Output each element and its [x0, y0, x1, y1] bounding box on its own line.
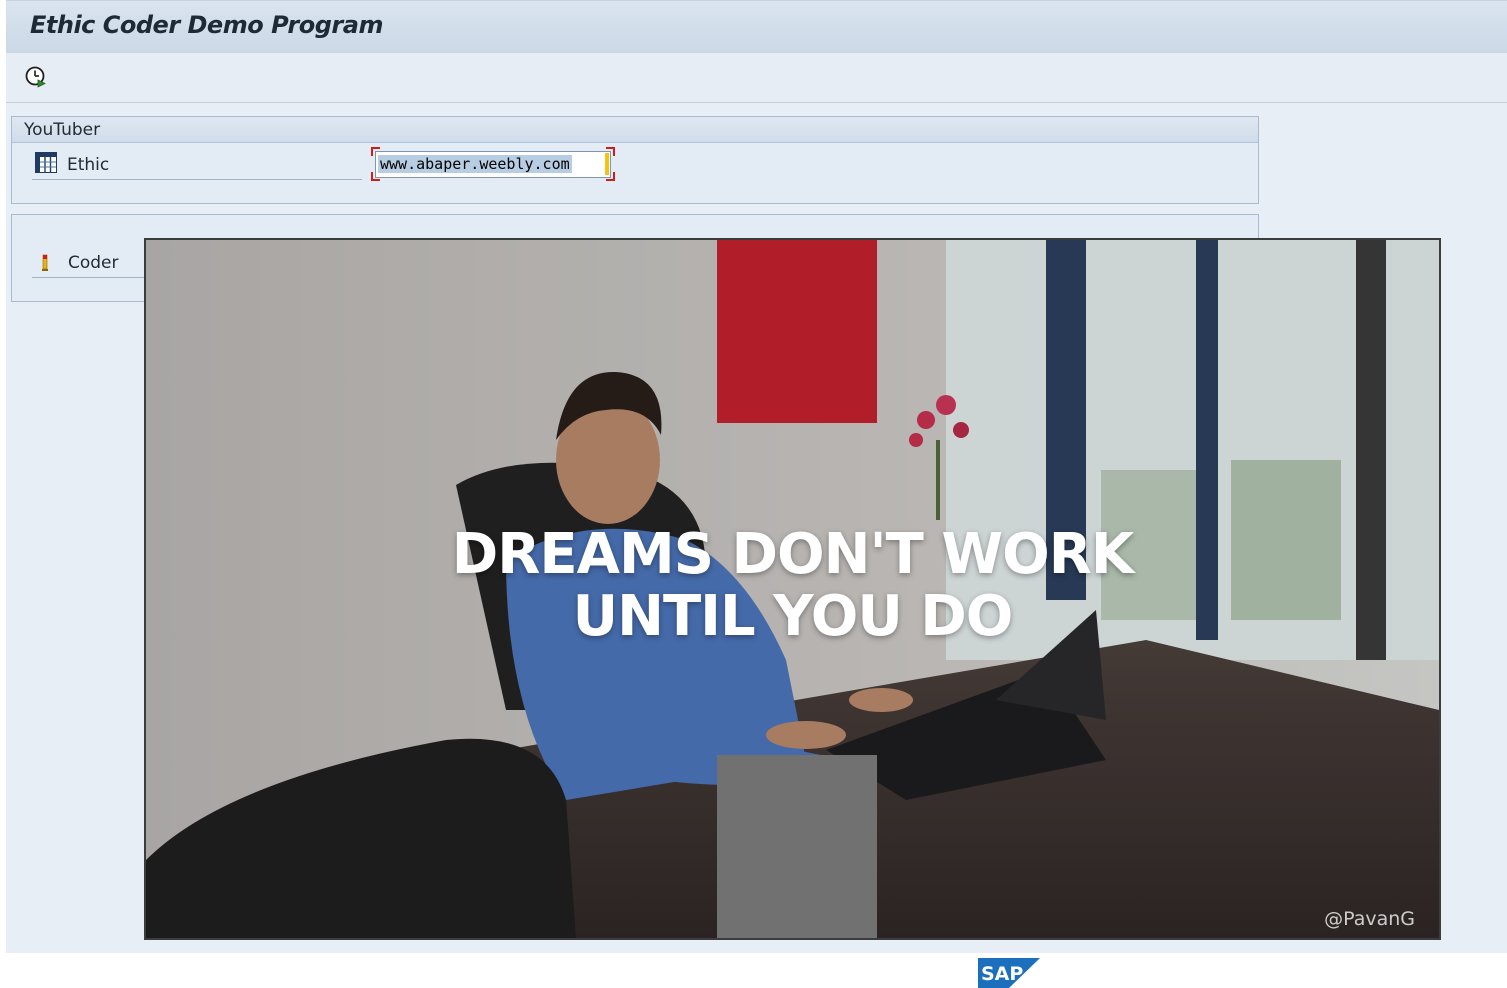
sap-logo-icon: SAP	[978, 958, 1040, 988]
required-entry-icon	[42, 254, 48, 271]
program-title: Ethic Coder Demo Program	[30, 11, 383, 39]
frame-youtuber-header: YouTuber	[12, 117, 1258, 143]
ethic-row: Ethic	[32, 151, 362, 180]
frame-youtuber: YouTuber Ethic www.abaper.weebly.com	[11, 116, 1259, 204]
ethic-input-value: www.abaper.weebly.com	[378, 155, 572, 173]
ethic-label: Ethic	[67, 155, 110, 175]
quote-line-1: DREAMS DON'T WORK	[451, 522, 1134, 587]
focus-corner	[371, 147, 380, 156]
coder-row: Coder	[32, 249, 152, 278]
frame-youtuber-title: YouTuber	[24, 120, 101, 140]
motivational-quote: DREAMS DON'T WORK UNTIL YOU DO	[146, 524, 1439, 648]
ethic-input[interactable]: www.abaper.weebly.com	[375, 151, 611, 178]
coder-label: Coder	[68, 253, 119, 273]
table-matrix-icon	[35, 152, 57, 173]
photo-watermark: @PavanG	[1324, 908, 1415, 930]
focus-corner	[606, 172, 615, 181]
ethic-input-wrapper: www.abaper.weebly.com	[371, 147, 615, 181]
quote-line-2: UNTIL YOU DO	[572, 584, 1014, 649]
focus-corner	[606, 147, 615, 156]
execute-clock-icon[interactable]	[24, 65, 48, 89]
focus-corner	[371, 172, 380, 181]
motivational-photo: DREAMS DON'T WORK UNTIL YOU DO @PavanG	[144, 238, 1441, 940]
sap-logo-text: SAP	[981, 963, 1023, 985]
application-toolbar	[6, 53, 1507, 103]
title-bar: Ethic Coder Demo Program	[6, 1, 1507, 54]
